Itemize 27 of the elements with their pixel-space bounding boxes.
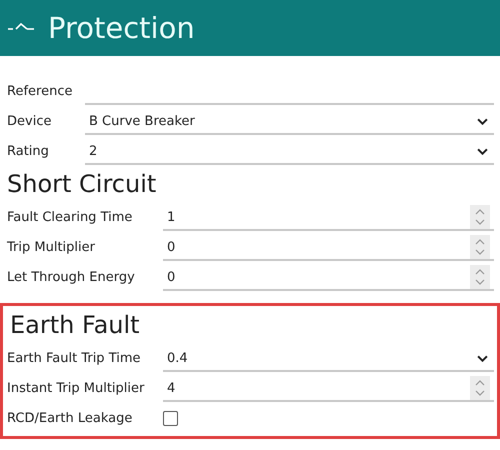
chevron-down-icon [477,354,488,362]
spinner-icon[interactable] [470,265,490,289]
field-label: Instant Trip Multiplier [7,381,146,398]
section-heading: Short Circuit [6,169,158,200]
field-label: Trip Multiplier [7,240,96,257]
field-label: Fault Clearing Time [7,210,134,227]
dropdown[interactable]: B Curve Breaker [85,109,494,135]
spinner-icon[interactable] [470,376,490,400]
field-label: Rating [7,144,50,161]
number-field[interactable]: 0 [163,265,494,291]
field-label: RCD/Earth Leakage [7,411,134,428]
number-field[interactable]: 1 [163,205,494,231]
section-heading: Earth Fault [9,310,141,341]
chevron-down-icon [477,148,488,154]
dropdown[interactable]: 0.4 [163,346,494,372]
spinner-icon[interactable] [470,235,490,259]
chevron-down-icon [477,118,488,124]
field-label: Earth Fault Trip Time [7,351,142,368]
number-field[interactable]: 4 [163,376,494,402]
field-label: Device [7,114,52,131]
dropdown[interactable]: 2 [85,139,494,165]
field-label: Let Through Energy [7,270,136,287]
spinner-icon[interactable] [470,205,490,229]
field-label: Reference [7,84,74,101]
number-field[interactable]: 0 [163,235,494,261]
checkbox[interactable] [163,411,178,426]
panel-title: Protection [48,11,195,45]
